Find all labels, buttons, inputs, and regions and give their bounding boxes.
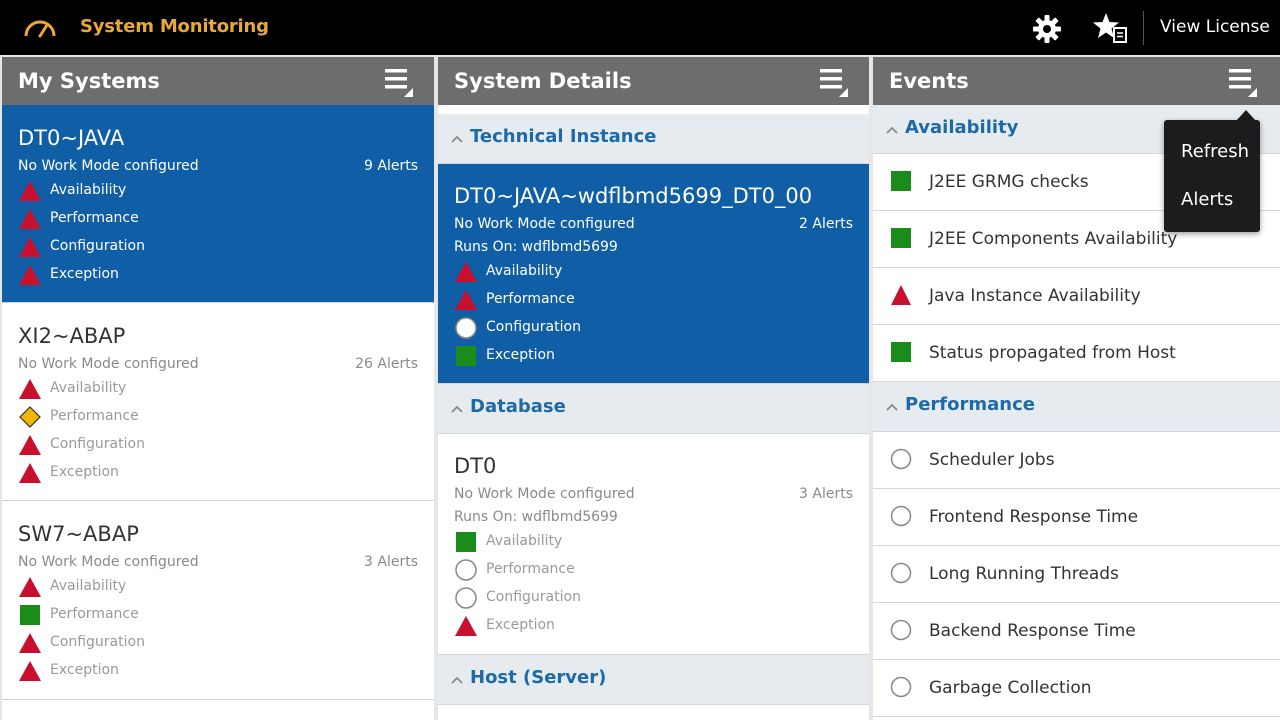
database-card[interactable]: DT0 No Work Mode configured 3 Alerts Run… bbox=[438, 434, 869, 655]
work-mode-text: No Work Mode configured bbox=[18, 356, 199, 372]
instance-card[interactable]: DT0~JAVA~wdflbmd5699_DT0_00 No Work Mode… bbox=[438, 164, 869, 384]
work-mode-text: No Work Mode configured bbox=[18, 554, 199, 570]
panel-menu-icon[interactable] bbox=[817, 66, 849, 98]
event-row[interactable]: Garbage Collection bbox=[873, 660, 1280, 717]
grey-circle-icon bbox=[890, 619, 912, 641]
menu-item-refresh[interactable]: Refresh bbox=[1181, 141, 1249, 162]
yellow-diamond-icon bbox=[19, 406, 41, 428]
panel-header: Events bbox=[873, 57, 1280, 105]
panel-menu-icon[interactable] bbox=[1226, 66, 1258, 98]
toolbar-divider bbox=[1143, 11, 1144, 45]
red-triangle-icon bbox=[19, 265, 41, 285]
grey-circle-icon bbox=[890, 448, 912, 470]
panel-header: My Systems bbox=[2, 57, 434, 105]
work-mode-text: No Work Mode configured bbox=[454, 216, 635, 232]
runs-on-text: Runs On: wdflbmd5699 bbox=[454, 509, 618, 525]
red-triangle-icon bbox=[19, 209, 41, 229]
alert-count: 3 Alerts bbox=[364, 554, 418, 570]
system-name: SW7~ABAP bbox=[18, 522, 139, 546]
chevron-up-icon bbox=[886, 403, 898, 411]
system-card[interactable]: XI2~ABAP No Work Mode configured 26 Aler… bbox=[2, 303, 434, 501]
event-row[interactable]: Long Running Threads bbox=[873, 546, 1280, 603]
alert-count: 9 Alerts bbox=[364, 158, 418, 174]
event-row[interactable]: Frontend Response Time bbox=[873, 489, 1280, 546]
system-card[interactable]: DT0~JAVA No Work Mode configured 9 Alert… bbox=[2, 105, 434, 303]
system-details-panel: System Details Technical Instance DT0~JA… bbox=[438, 57, 869, 720]
red-triangle-icon bbox=[455, 290, 477, 310]
grey-circle-icon bbox=[890, 505, 912, 527]
grey-circle-icon bbox=[455, 317, 477, 339]
grey-circle-icon bbox=[455, 559, 477, 581]
system-name: DT0~JAVA bbox=[18, 126, 125, 150]
green-square-icon bbox=[891, 228, 911, 248]
event-row[interactable]: Backend Response Time bbox=[873, 603, 1280, 660]
panel-title: Events bbox=[889, 69, 969, 93]
event-row[interactable]: Status propagated from Host bbox=[873, 325, 1280, 382]
chevron-up-icon bbox=[886, 126, 898, 134]
gear-icon[interactable] bbox=[1030, 12, 1064, 46]
red-triangle-icon bbox=[19, 181, 41, 201]
section-header-host[interactable]: Host (Server) bbox=[438, 655, 869, 705]
section-header-performance[interactable]: Performance bbox=[873, 382, 1280, 432]
event-row[interactable]: Scheduler Jobs bbox=[873, 432, 1280, 489]
green-square-icon bbox=[456, 346, 476, 366]
runs-on-text: Runs On: wdflbmd5699 bbox=[454, 239, 618, 255]
red-triangle-icon bbox=[19, 577, 41, 597]
red-triangle-icon bbox=[19, 435, 41, 455]
red-triangle-icon bbox=[891, 285, 911, 305]
section-header-database[interactable]: Database bbox=[438, 384, 869, 434]
grey-circle-icon bbox=[455, 587, 477, 609]
red-triangle-icon bbox=[19, 661, 41, 681]
chevron-up-icon bbox=[451, 405, 463, 413]
alert-count: 2 Alerts bbox=[799, 216, 853, 232]
event-row[interactable]: Java Instance Availability bbox=[873, 268, 1280, 325]
grey-circle-icon bbox=[890, 562, 912, 584]
red-triangle-icon bbox=[455, 262, 477, 282]
chevron-up-icon bbox=[451, 135, 463, 143]
work-mode-text: No Work Mode configured bbox=[454, 486, 635, 502]
speedometer-icon bbox=[24, 20, 56, 38]
red-triangle-icon bbox=[19, 463, 41, 483]
green-square-icon bbox=[20, 605, 40, 625]
red-triangle-icon bbox=[19, 379, 41, 399]
top-bar: System Monitoring View License bbox=[0, 0, 1280, 55]
green-square-icon bbox=[891, 342, 911, 362]
system-name: XI2~ABAP bbox=[18, 324, 126, 348]
system-card[interactable]: SW7~ABAP No Work Mode configured 3 Alert… bbox=[2, 501, 434, 700]
panel-menu-icon[interactable] bbox=[382, 66, 414, 98]
alert-count: 26 Alerts bbox=[355, 356, 418, 372]
view-license-button[interactable]: View License bbox=[1160, 17, 1270, 37]
chevron-up-icon bbox=[451, 676, 463, 684]
panel-title: My Systems bbox=[18, 69, 160, 93]
work-mode-text: No Work Mode configured bbox=[18, 158, 199, 174]
red-triangle-icon bbox=[19, 633, 41, 653]
section-header-technical-instance[interactable]: Technical Instance bbox=[438, 114, 869, 164]
red-triangle-icon bbox=[455, 616, 477, 636]
favorites-icon[interactable] bbox=[1092, 10, 1130, 46]
menu-item-alerts[interactable]: Alerts bbox=[1181, 189, 1233, 210]
app-title: System Monitoring bbox=[80, 16, 269, 37]
panel-title: System Details bbox=[454, 69, 632, 93]
events-popup-menu: Refresh Alerts bbox=[1164, 120, 1260, 232]
panel-header: System Details bbox=[438, 57, 869, 105]
green-square-icon bbox=[456, 532, 476, 552]
database-name: DT0 bbox=[454, 454, 497, 478]
red-triangle-icon bbox=[19, 237, 41, 257]
my-systems-panel: My Systems DT0~JAVA No Work Mode configu… bbox=[2, 57, 434, 720]
grey-circle-icon bbox=[890, 676, 912, 698]
alert-count: 3 Alerts bbox=[799, 486, 853, 502]
green-square-icon bbox=[891, 171, 911, 191]
instance-name: DT0~JAVA~wdflbmd5699_DT0_00 bbox=[454, 184, 813, 208]
